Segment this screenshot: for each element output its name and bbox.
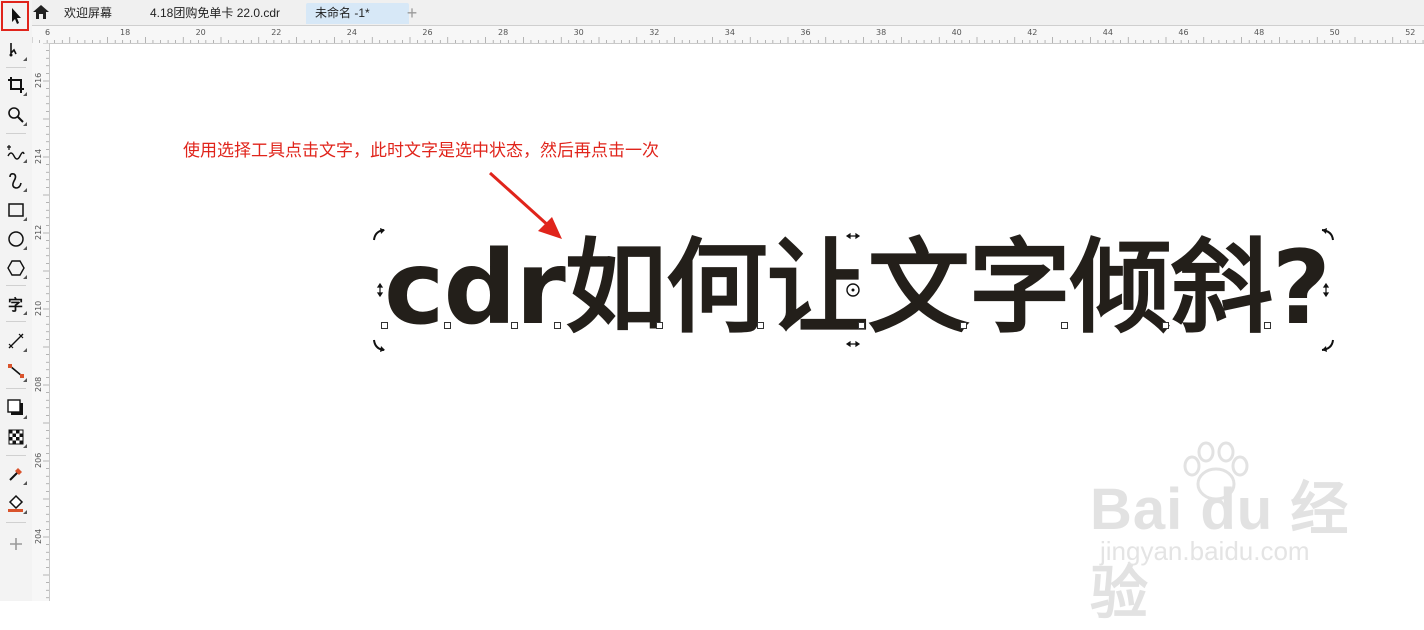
char-node[interactable] [444,322,451,329]
home-icon[interactable] [32,4,50,25]
artistic-media-icon[interactable] [4,169,28,193]
watermark-url: jingyan.baidu.com [1100,536,1310,566]
ruler-label: 46 [1178,28,1188,37]
ruler-label: 50 [1330,28,1340,37]
vertical-ruler[interactable]: 216 214 212 210 208 206 204 [32,43,50,601]
ruler-label: 30 [574,28,584,37]
ruler-label: 216 [34,73,43,88]
char-node[interactable] [858,322,865,329]
tab-untitled-active[interactable]: 未命名 -1* [306,3,409,24]
transparency-icon[interactable] [4,425,28,449]
pick-tool-highlight [1,1,29,31]
connector-tool-icon[interactable] [4,359,28,383]
ruler-label: 36 [800,28,810,37]
ruler-label: 40 [952,28,962,37]
ruler-label: 210 [34,301,43,316]
ruler-label: 48 [1254,28,1264,37]
ruler-label: 204 [34,529,43,544]
ruler-label: 52 [1405,28,1415,37]
char-node[interactable] [1264,322,1271,329]
ruler-label: 28 [498,28,508,37]
ruler-label: 32 [649,28,659,37]
char-node[interactable] [554,322,561,329]
ruler-label: 214 [34,149,43,164]
char-node[interactable] [960,322,967,329]
ruler-label: 206 [34,453,43,468]
vertical-ruler-ticks: 216 214 212 210 208 206 204 [34,43,49,599]
ruler-label: 22 [271,28,281,37]
char-node[interactable] [1061,322,1068,329]
zoom-tool-icon[interactable] [4,103,28,127]
ruler-label: 24 [347,28,357,37]
horizontal-ruler-ticks: 6 18 20 22 24 26 28 30 32 34 36 38 40 42 44 46 48 50 52 [32,28,1424,43]
ruler-label: 20 [196,28,206,37]
char-node[interactable] [757,322,764,329]
eyedropper-icon[interactable] [4,462,28,486]
ruler-label: 38 [876,28,886,37]
freehand-tool-icon[interactable] [4,140,28,164]
ruler-label: 6 [45,28,50,37]
crop-tool-icon[interactable] [4,73,28,97]
ruler-label: 212 [34,225,43,240]
document-tab-bar: 欢迎屏幕 4.18团购免单卡 22.0.cdr 未命名 -1* + [32,0,1424,26]
svg-text:字: 字 [8,296,23,314]
selection-frame [373,228,1334,352]
ruler-label: 34 [725,28,735,37]
shape-tool-icon[interactable] [4,38,28,62]
add-tool-icon[interactable] [4,532,28,556]
char-node[interactable] [1162,322,1169,329]
ruler-label: 42 [1027,28,1037,37]
toolbox: 字 [0,0,33,601]
text-tool-icon[interactable]: 字 [4,292,28,316]
baidu-watermark: Bai du 经验 jingyan.baidu.com [1090,440,1370,626]
add-tab-button[interactable]: + [402,3,422,24]
char-node[interactable] [381,322,388,329]
ruler-label: 18 [120,28,130,37]
fill-tool-icon[interactable] [4,491,28,515]
ellipse-tool-icon[interactable] [4,227,28,251]
ruler-label: 26 [422,28,432,37]
ruler-label: 44 [1103,28,1113,37]
drop-shadow-icon[interactable] [4,396,28,420]
ruler-label: 208 [34,377,43,392]
instruction-annotation: 使用选择工具点击文字，此时文字是选中状态，然后再点击一次 [183,141,659,161]
tab-file-cdr[interactable]: 4.18团购免单卡 22.0.cdr [142,3,310,24]
rectangle-tool-icon[interactable] [4,198,28,222]
char-node[interactable] [656,322,663,329]
dimension-tool-icon[interactable] [4,329,28,353]
polygon-tool-icon[interactable] [4,256,28,280]
char-node[interactable] [511,322,518,329]
horizontal-ruler[interactable]: 6 18 20 22 24 26 28 30 32 34 36 38 40 42 44 46 48 50 52 [32,26,1424,44]
